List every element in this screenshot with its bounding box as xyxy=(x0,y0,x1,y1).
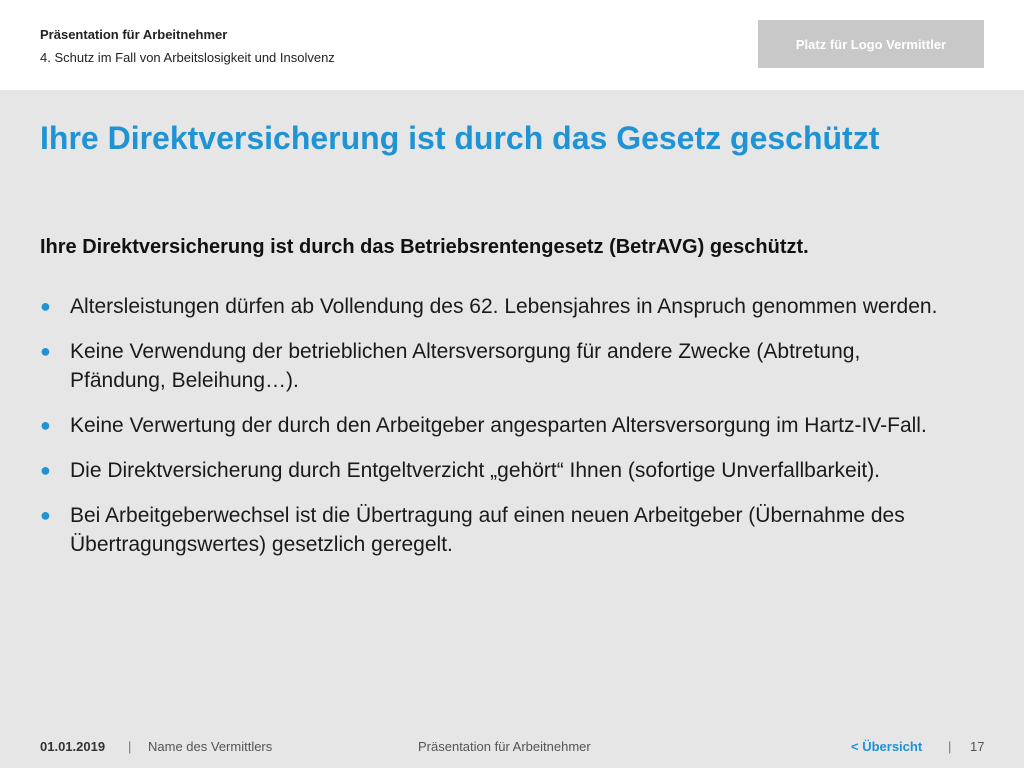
bullet-icon: ● xyxy=(40,460,51,480)
bullet-icon: ● xyxy=(40,296,51,316)
footer-separator: | xyxy=(948,739,952,754)
footer-separator: | xyxy=(128,739,132,754)
footer-date: 01.01.2019 xyxy=(40,739,106,754)
footer-agent-name: Name des Vermittlers xyxy=(148,739,273,754)
list-item: ● Keine Verwendung der betrieblichen Alt… xyxy=(40,337,940,395)
bullet-icon: ● xyxy=(40,415,51,435)
logo-placeholder: Platz für Logo Vermittler xyxy=(758,20,984,68)
slide-footer: 01.01.2019 | Name des Vermittlers Präsen… xyxy=(0,724,1024,768)
bullet-text: Die Direktversicherung durch Entgeltverz… xyxy=(70,459,881,482)
list-item: ● Die Direktversicherung durch Entgeltve… xyxy=(40,456,940,485)
list-item: ● Altersleistungen dürfen ab Vollendung … xyxy=(40,292,940,321)
footer-presentation-title: Präsentation für Arbeitnehmer xyxy=(418,739,591,754)
bullet-text: Bei Arbeitgeberwechsel ist die Übertragu… xyxy=(70,504,905,556)
list-item: ● Keine Verwertung der durch den Arbeitg… xyxy=(40,411,940,440)
bullet-list: ● Altersleistungen dürfen ab Vollendung … xyxy=(40,292,940,575)
bullet-text: Keine Verwertung der durch den Arbeitgeb… xyxy=(70,414,927,437)
list-item: ● Bei Arbeitgeberwechsel ist die Übertra… xyxy=(40,501,940,559)
slide-header: Präsentation für Arbeitnehmer 4. Schutz … xyxy=(0,0,1024,90)
deck-title: Präsentation für Arbeitnehmer xyxy=(40,27,228,42)
bullet-icon: ● xyxy=(40,505,51,525)
section-title: 4. Schutz im Fall von Arbeitslosigkeit u… xyxy=(40,50,335,65)
lead-statement: Ihre Direktversicherung ist durch das Be… xyxy=(40,236,809,258)
bullet-icon: ● xyxy=(40,341,51,361)
overview-link[interactable]: < Übersicht xyxy=(851,739,922,754)
bullet-text: Keine Verwendung der betrieblichen Alter… xyxy=(70,340,861,392)
slide-title: Ihre Direktversicherung ist durch das Ge… xyxy=(40,120,880,156)
page-number: 17 xyxy=(970,739,985,754)
bullet-text: Altersleistungen dürfen ab Vollendung de… xyxy=(70,295,938,318)
